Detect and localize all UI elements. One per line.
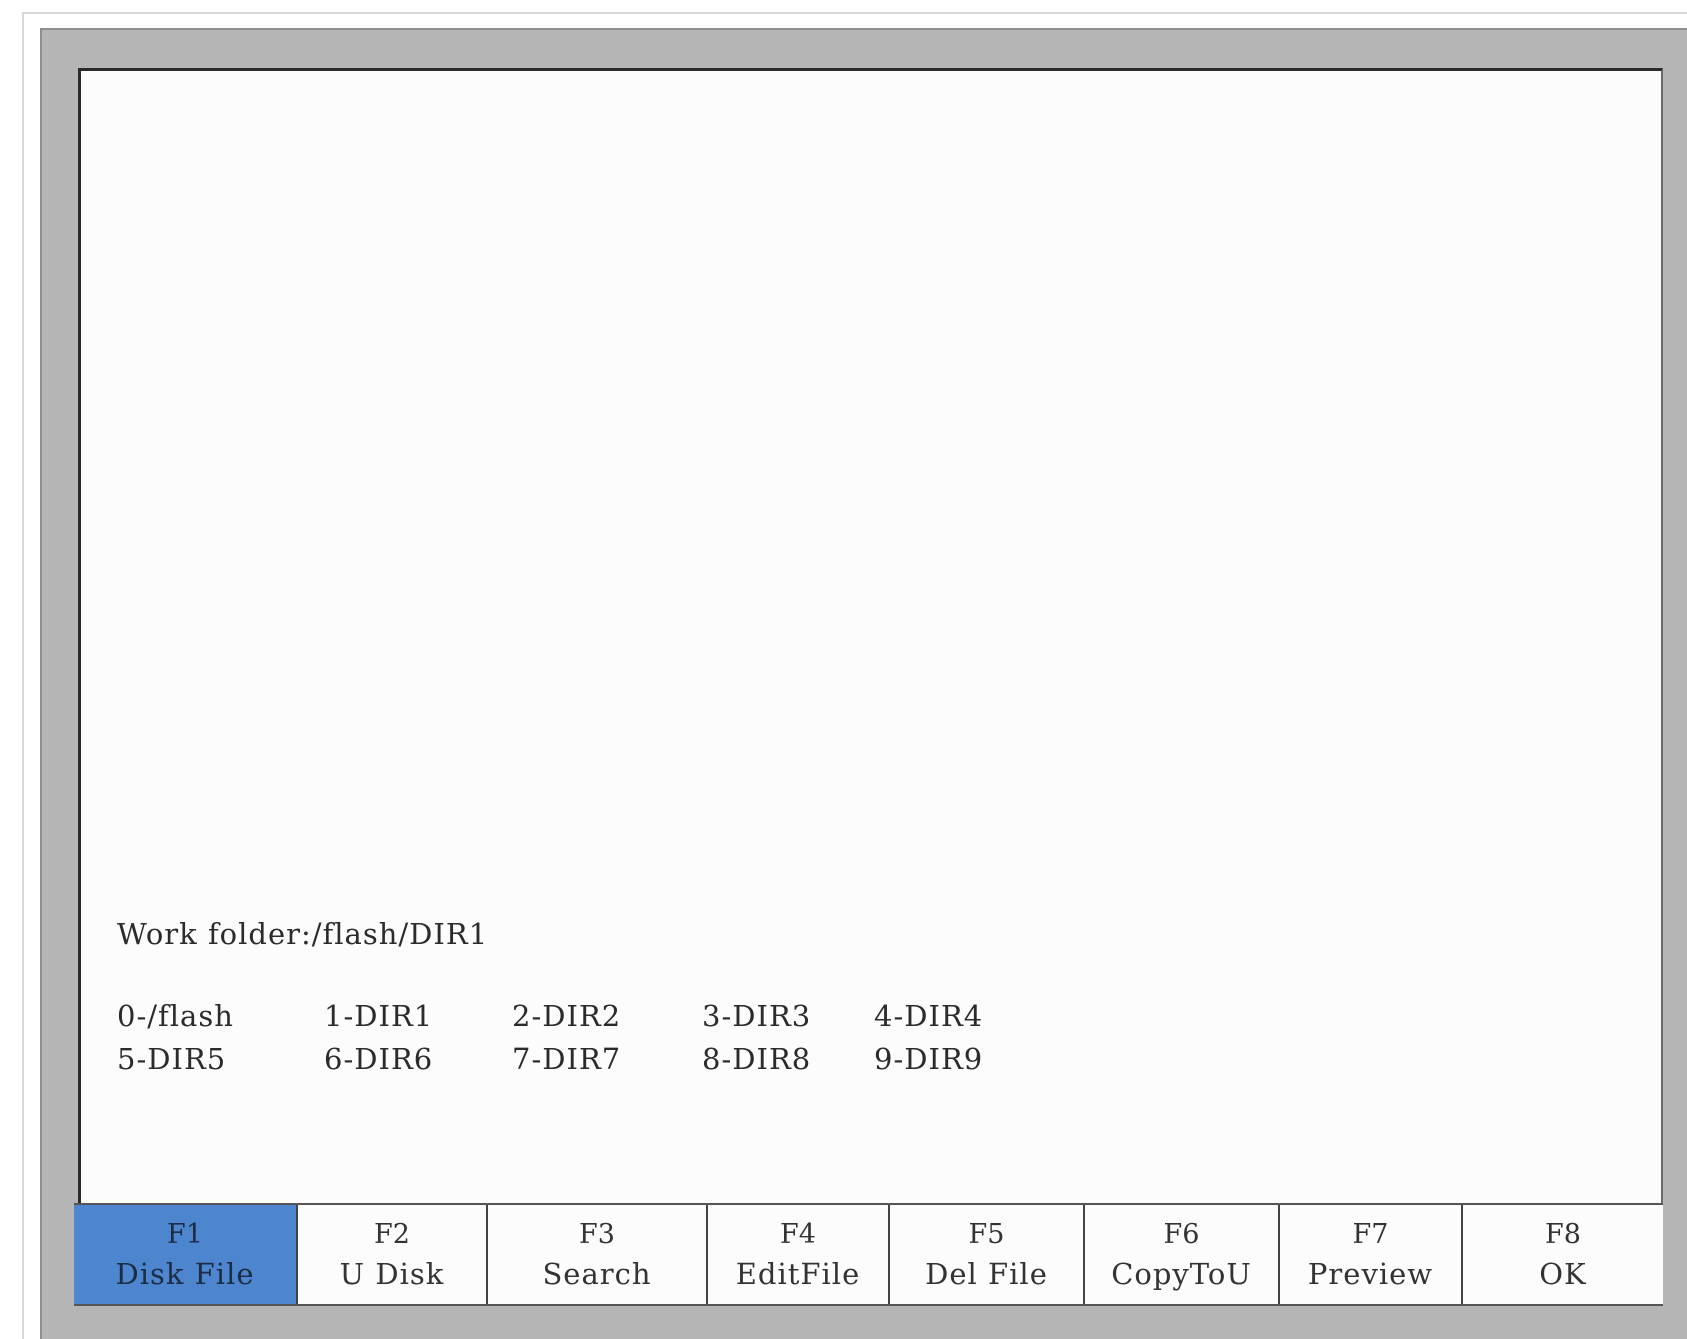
directory-item[interactable]: 4-DIR4 bbox=[874, 999, 983, 1033]
directory-item[interactable]: 9-DIR9 bbox=[874, 1042, 983, 1076]
function-key-label: EditFile bbox=[735, 1256, 861, 1291]
directory-item[interactable]: 7-DIR7 bbox=[512, 1042, 621, 1076]
function-key-number: F1 bbox=[167, 1218, 203, 1250]
directory-item[interactable]: 5-DIR5 bbox=[117, 1042, 226, 1076]
f5-del-file-button[interactable]: F5 Del File bbox=[890, 1205, 1085, 1304]
function-key-number: F2 bbox=[374, 1218, 410, 1250]
function-key-label: Preview bbox=[1307, 1256, 1434, 1291]
directory-item[interactable]: 3-DIR3 bbox=[702, 999, 811, 1033]
function-key-label: Del File bbox=[925, 1256, 1048, 1291]
function-key-number: F4 bbox=[780, 1218, 816, 1250]
directory-item[interactable]: 0-/flash bbox=[117, 999, 234, 1033]
work-folder-path: /flash/DIR1 bbox=[311, 917, 489, 951]
work-folder-label: Work folder: bbox=[117, 917, 312, 951]
function-key-label: U Disk bbox=[339, 1256, 445, 1291]
work-folder-line: Work folder:/flash/DIR1 bbox=[117, 917, 488, 951]
function-key-label: OK bbox=[1539, 1256, 1587, 1291]
function-key-bar: F1 Disk File F2 U Disk F3 Search F4 Edit… bbox=[74, 1203, 1663, 1306]
f6-copy-to-u-button[interactable]: F6 CopyToU bbox=[1085, 1205, 1280, 1304]
directory-item[interactable]: 6-DIR6 bbox=[324, 1042, 433, 1076]
f3-search-button[interactable]: F3 Search bbox=[488, 1205, 708, 1304]
function-key-label: Search bbox=[542, 1256, 652, 1291]
directory-item[interactable]: 8-DIR8 bbox=[702, 1042, 811, 1076]
directory-item[interactable]: 2-DIR2 bbox=[512, 999, 621, 1033]
function-key-number: F3 bbox=[579, 1218, 615, 1250]
f8-ok-button[interactable]: F8 OK bbox=[1463, 1205, 1663, 1304]
display-screen: Work folder:/flash/DIR1 0-/flash 1-DIR1 … bbox=[78, 68, 1663, 1305]
function-key-number: F7 bbox=[1352, 1218, 1389, 1250]
function-key-number: F5 bbox=[968, 1218, 1005, 1250]
function-key-number: F8 bbox=[1545, 1218, 1581, 1250]
f2-u-disk-button[interactable]: F2 U Disk bbox=[298, 1205, 488, 1304]
function-key-label: CopyToU bbox=[1111, 1256, 1252, 1291]
function-key-number: F6 bbox=[1163, 1218, 1200, 1250]
f1-disk-file-button[interactable]: F1 Disk File bbox=[74, 1205, 298, 1304]
f4-edit-file-button[interactable]: F4 EditFile bbox=[708, 1205, 890, 1304]
function-key-label: Disk File bbox=[115, 1256, 255, 1291]
directory-item[interactable]: 1-DIR1 bbox=[324, 999, 433, 1033]
f7-preview-button[interactable]: F7 Preview bbox=[1280, 1205, 1463, 1304]
